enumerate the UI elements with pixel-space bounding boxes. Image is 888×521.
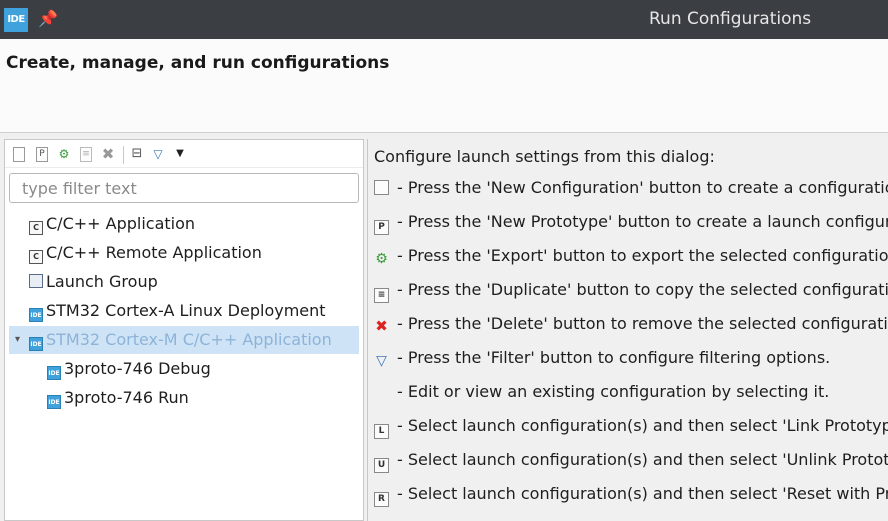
tree-item-label: STM32 Cortex-A Linux Deployment	[46, 301, 326, 320]
export-icon[interactable]: ⚙	[56, 146, 72, 162]
c-remote-app-icon: C	[29, 250, 43, 264]
blank-icon	[374, 384, 389, 399]
configurations-toolbar: P ⚙ ≡ ✖ ⊟ ▽ ▼	[5, 140, 363, 168]
help-line: ≡ - Press the 'Duplicate' button to copy …	[374, 278, 888, 303]
tree-item-label: STM32 Cortex-M C/C++ Application	[46, 330, 332, 349]
help-line: - Press the 'New Configuration' button t…	[374, 176, 888, 200]
expand-caret-icon[interactable]: ▾	[15, 326, 20, 354]
title-bar: IDE 📌 Run Configurations	[0, 0, 888, 39]
reset-prototype-icon: R	[374, 492, 389, 507]
tree-item-label: C/C++ Application	[46, 214, 196, 233]
duplicate-icon: ≡	[374, 288, 389, 303]
help-line-text: - Press the 'New Configuration' button t…	[397, 178, 888, 197]
help-line: U - Select launch configuration(s) and th…	[374, 448, 888, 473]
help-line-text: - Press the 'Duplicate' button to copy t…	[397, 280, 888, 299]
help-line-text: - Select launch configuration(s) and the…	[397, 416, 888, 435]
launch-group-icon	[29, 274, 43, 288]
dialog-banner: Create, manage, and run configurations	[0, 39, 888, 133]
help-line-text: - Press the 'Delete' button to remove th…	[397, 314, 888, 333]
tree-item-label: 3proto-746 Run	[64, 388, 189, 407]
new-prototype-icon: P	[374, 220, 389, 235]
ide-icon: IDE	[47, 395, 61, 409]
help-line: R - Select launch configuration(s) and th…	[374, 482, 888, 507]
help-line-text: - Edit or view an existing configuration…	[397, 382, 830, 401]
filter-input[interactable]	[9, 173, 359, 203]
tree-item[interactable]: IDE 3proto-746 Debug	[47, 355, 211, 383]
pin-icon[interactable]: 📌	[38, 9, 58, 28]
duplicate-icon[interactable]: ≡	[80, 147, 92, 162]
window-title: Run Configurations	[649, 9, 812, 29]
unlink-prototype-icon: U	[374, 458, 389, 473]
new-configuration-icon	[374, 180, 389, 195]
help-line: ⚙ - Press the 'Export' button to export t…	[374, 244, 888, 268]
help-pane: Configure launch settings from this dial…	[367, 139, 888, 521]
help-line-text: - Press the 'Export' button to export th…	[397, 246, 888, 265]
delete-icon[interactable]: ✖	[100, 146, 116, 162]
tree-item[interactable]: ▾ IDE STM32 Cortex-M C/C++ Application	[9, 326, 359, 354]
new-prototype-icon[interactable]: P	[36, 147, 48, 162]
ide-icon: IDE	[29, 337, 43, 351]
export-icon: ⚙	[375, 251, 388, 267]
ide-app-icon: IDE	[4, 8, 28, 32]
tree-item-label: 3proto-746 Debug	[64, 359, 211, 378]
ide-icon: IDE	[29, 308, 43, 322]
collapse-all-icon[interactable]: ⊟	[129, 146, 145, 162]
tree-item-label: Launch Group	[46, 272, 158, 291]
tree-item[interactable]: Launch Group	[29, 268, 158, 296]
help-intro: Configure launch settings from this dial…	[374, 147, 715, 166]
tree-item[interactable]: C C/C++ Remote Application	[29, 239, 262, 267]
help-line: ▽ - Press the 'Filter' button to configur…	[374, 346, 830, 370]
filter-icon[interactable]: ▽	[150, 146, 166, 162]
help-line: L - Select launch configuration(s) and th…	[374, 414, 888, 439]
help-line-text: - Press the 'Filter' button to configure…	[397, 348, 831, 367]
tree-item-label: C/C++ Remote Application	[46, 243, 262, 262]
help-line: ✖ - Press the 'Delete' button to remove t…	[374, 312, 888, 336]
configurations-pane: P ⚙ ≡ ✖ ⊟ ▽ ▼ CC/C++ ApplicationCC/C++ R…	[4, 139, 364, 521]
tree-item[interactable]: IDE STM32 Cortex-A Linux Deployment	[29, 297, 326, 325]
tree-item[interactable]: IDE 3proto-746 Run	[47, 384, 189, 412]
help-line: P - Press the 'New Prototype' button to c…	[374, 210, 888, 235]
help-line: - Edit or view an existing configuration…	[374, 380, 829, 404]
filter-icon: ▽	[376, 353, 387, 369]
ide-icon: IDE	[47, 366, 61, 380]
view-menu-chevron-icon[interactable]: ▼	[172, 146, 188, 162]
help-line-text: - Select launch configuration(s) and the…	[397, 484, 888, 503]
tree-item[interactable]: C C/C++ Application	[29, 210, 195, 238]
dialog-heading: Create, manage, and run configurations	[6, 53, 390, 73]
toolbar-separator	[123, 146, 124, 164]
delete-icon: ✖	[375, 317, 388, 335]
link-prototype-icon: L	[374, 424, 389, 439]
new-configuration-icon[interactable]	[13, 147, 25, 162]
c-app-icon: C	[29, 221, 43, 235]
help-line-text: - Select launch configuration(s) and the…	[397, 450, 888, 469]
help-line-text: - Press the 'New Prototype' button to cr…	[397, 212, 888, 231]
